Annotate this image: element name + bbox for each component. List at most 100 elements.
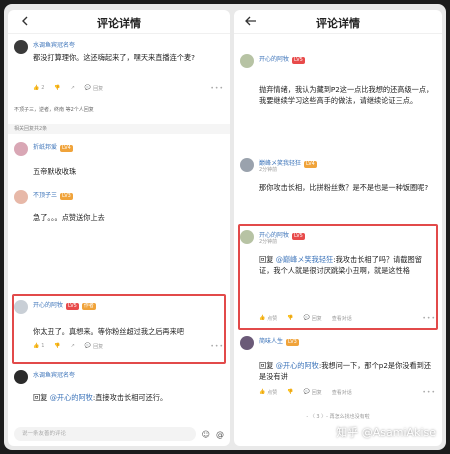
like-button[interactable]: 👍 1 xyxy=(33,343,44,349)
username[interactable]: 开心的阿牧 LV5 xyxy=(259,54,305,64)
avatar[interactable] xyxy=(14,40,28,54)
level-badge: LV3 xyxy=(60,193,73,200)
avatar[interactable] xyxy=(240,336,254,350)
left-comment-panel: 评论详情 水调鱼宾冠名夸 都没打算理你。这还嗨起来了，嘿天来直播连个麦? 👍 2 … xyxy=(8,10,230,446)
comment-icon: 💬 xyxy=(84,85,92,91)
comment-actions: 👍 点赞 👎 💬 回复 查看对话 ••• xyxy=(259,314,436,322)
left-topbar: 评论详情 xyxy=(8,10,230,34)
thumb-up-icon: 👍 xyxy=(33,85,40,91)
username[interactable]: 折纸邦爱 LV4 xyxy=(33,142,73,152)
reply-comment: 巅峰メ笑我轻狂 LV4 2分钟前 那你攻击长相，比拼粉丝数？是不是也是一种饭圈呢? xyxy=(240,158,436,212)
pagination-footer: - 〈 3 〉- 再怎么找也没有啦 xyxy=(306,414,370,420)
dislike-button[interactable]: 👎 xyxy=(287,389,293,395)
username[interactable]: 简味人生 LV3 xyxy=(259,336,299,346)
related-replies-label: 相关回复共2条 xyxy=(8,124,230,134)
dislike-button[interactable]: 👎 xyxy=(54,343,60,349)
like-button[interactable]: 👍 点赞 xyxy=(259,389,277,396)
level-badge: LV5 xyxy=(292,57,305,64)
view-conversation-button[interactable]: 查看对话 xyxy=(332,389,352,396)
like-button[interactable]: 👍 点赞 xyxy=(259,315,277,322)
username[interactable]: 水调鱼宾冠名夸 xyxy=(33,40,75,49)
comment-text: 都没打算理你。这还嗨起来了，嘿天来直播连个麦? xyxy=(33,53,195,62)
avatar[interactable] xyxy=(240,158,254,172)
comment-icon: 💬 xyxy=(303,389,310,395)
level-badge: LV5 xyxy=(66,303,79,310)
author-reply-comment: 开心的阿牧 LV5 作者 你太丑了。真想来。等你粉丝超过我之后再来吧 👍 1 👎 ↗ … xyxy=(14,300,224,360)
comment-text: 回复 @巅峰メ笑我轻狂:我攻击长相了吗？请截图留证，我个人就是很讨厌跳梁小丑啊，… xyxy=(259,255,422,275)
reply-comment: 折纸邦爱 LV4 五帝默收收珠 xyxy=(14,142,224,182)
thumb-up-icon: 👍 xyxy=(259,389,266,395)
root-comment: 水调鱼宾冠名夸 都没打算理你。这还嗨起来了，嘿天来直播连个麦? 👍 2 👎 ↗ 💬… xyxy=(14,40,224,102)
comment-input-bar: 说一条友善的评论 ☺ @ xyxy=(14,426,224,442)
thumb-down-icon: 👎 xyxy=(54,85,61,91)
username[interactable]: 不顶子三 LV3 xyxy=(33,190,73,200)
comment-text: 抛弃情绪，我认为藏到P2这一点比我想的还高级一点，我要继续学习这些高手的做法，请… xyxy=(259,85,434,105)
mention-link[interactable]: @巅峰メ笑我轻狂 xyxy=(276,255,334,264)
more-options-icon[interactable]: ••• xyxy=(210,343,224,350)
dislike-button[interactable]: 👎 xyxy=(287,315,293,321)
thumb-down-icon: 👎 xyxy=(54,343,61,349)
reply-button[interactable]: 💬 回复 xyxy=(85,343,103,350)
reply-comment: 水调鱼宾冠名夸 回复 @开心的阿牧:直接攻击长相可还行。 xyxy=(14,370,224,410)
comment-text: 回复 @开心的阿牧:直接攻击长相可还行。 xyxy=(33,393,168,402)
username[interactable]: 开心的阿牧 LV5 作者 xyxy=(33,300,96,310)
comment-icon: 💬 xyxy=(84,343,92,349)
avatar[interactable] xyxy=(240,230,254,244)
comment-input[interactable]: 说一条友善的评论 xyxy=(14,427,196,441)
share-button[interactable]: ↗ xyxy=(71,85,75,91)
level-badge: LV4 xyxy=(60,145,73,152)
more-options-icon[interactable]: ••• xyxy=(210,85,224,92)
avatar[interactable] xyxy=(14,142,28,156)
dislike-button[interactable]: 👎 xyxy=(54,85,60,91)
reply-comment: 不顶子三 LV3 急了。。。点赞送你上去 xyxy=(14,190,224,238)
author-reply-comment: 开心的阿牧 LV5 2分钟前 回复 @巅峰メ笑我轻狂:我攻击长相了吗？请截图留证，… xyxy=(240,230,436,326)
page-title: 评论详情 xyxy=(97,17,141,30)
reply-button[interactable]: 💬 回复 xyxy=(303,315,321,322)
like-button[interactable]: 👍 2 xyxy=(33,85,44,91)
watermark: 知乎 @AsamiAkise xyxy=(336,426,436,439)
timestamp: 2分钟前 xyxy=(259,239,278,245)
view-conversation-button[interactable]: 查看对话 xyxy=(332,315,352,322)
comment-text: 急了。。。点赞送你上去 xyxy=(33,213,105,222)
timestamp: 2分钟前 xyxy=(259,167,278,173)
reply-comment: 简味人生 LV3 回复 @开心的阿牧:我想问一下，那个p2是你没看到还是没有讲 👍… xyxy=(240,336,436,400)
screenshot-frame: 评论详情 水调鱼宾冠名夸 都没打算理你。这还嗨起来了，嘿天来直播连个麦? 👍 2 … xyxy=(4,4,446,450)
avatar[interactable] xyxy=(14,190,28,204)
share-icon: ↗ xyxy=(70,85,75,91)
page-title: 评论详情 xyxy=(316,17,360,30)
comment-actions: 👍 2 👎 ↗ 💬 回复 ••• xyxy=(33,84,224,92)
comment-actions: 👍 点赞 👎 💬 回复 查看对话 ••• xyxy=(259,388,436,396)
comment-text: 你太丑了。真想来。等你粉丝超过我之后再来吧 xyxy=(33,327,184,336)
avatar[interactable] xyxy=(240,54,254,68)
comment-text: 那你攻击长相，比拼粉丝数？是不是也是一种饭圈呢? xyxy=(259,183,429,192)
username[interactable]: 水调鱼宾冠名夸 xyxy=(33,370,75,379)
share-icon: ↗ xyxy=(70,343,75,349)
more-options-icon[interactable]: ••• xyxy=(422,389,436,396)
level-badge: LV3 xyxy=(286,339,299,346)
root-comment: 开心的阿牧 LV5 抛弃情绪，我认为藏到P2这一点比我想的还高级一点，我要继续学习… xyxy=(240,54,436,134)
level-badge: LV5 xyxy=(292,233,305,240)
emoji-icon[interactable]: ☺ xyxy=(202,430,210,439)
mention-link[interactable]: @开心的阿牧 xyxy=(276,361,319,370)
comment-text: 五帝默收收珠 xyxy=(33,167,77,176)
reply-summary[interactable]: 不顶子三，逆者，终南 等2个人回复 xyxy=(14,106,224,113)
thumb-up-icon: 👍 xyxy=(33,343,40,349)
avatar[interactable] xyxy=(14,370,28,384)
thumb-down-icon: 👎 xyxy=(287,389,294,395)
thumb-up-icon: 👍 xyxy=(259,315,266,321)
level-badge: LV4 xyxy=(304,161,317,168)
right-comment-panel: 评论详情 开心的阿牧 LV5 抛弃情绪，我认为藏到P2这一点比我想的还高级一点，我… xyxy=(234,10,442,446)
reply-button[interactable]: 💬 回复 xyxy=(303,389,321,396)
author-tag: 作者 xyxy=(81,303,96,310)
avatar[interactable] xyxy=(14,300,28,314)
comment-text: 回复 @开心的阿牧:我想问一下，那个p2是你没看到还是没有讲 xyxy=(259,361,432,381)
thumb-down-icon: 👎 xyxy=(287,315,294,321)
right-topbar: 评论详情 xyxy=(234,10,442,34)
comment-actions: 👍 1 👎 ↗ 💬 回复 ••• xyxy=(33,342,224,350)
share-button[interactable]: ↗ xyxy=(71,343,75,349)
mention-link[interactable]: @开心的阿牧 xyxy=(50,393,93,402)
mention-icon[interactable]: @ xyxy=(216,430,224,439)
comment-icon: 💬 xyxy=(303,315,310,321)
more-options-icon[interactable]: ••• xyxy=(422,315,436,322)
reply-button[interactable]: 💬 回复 xyxy=(85,85,103,92)
